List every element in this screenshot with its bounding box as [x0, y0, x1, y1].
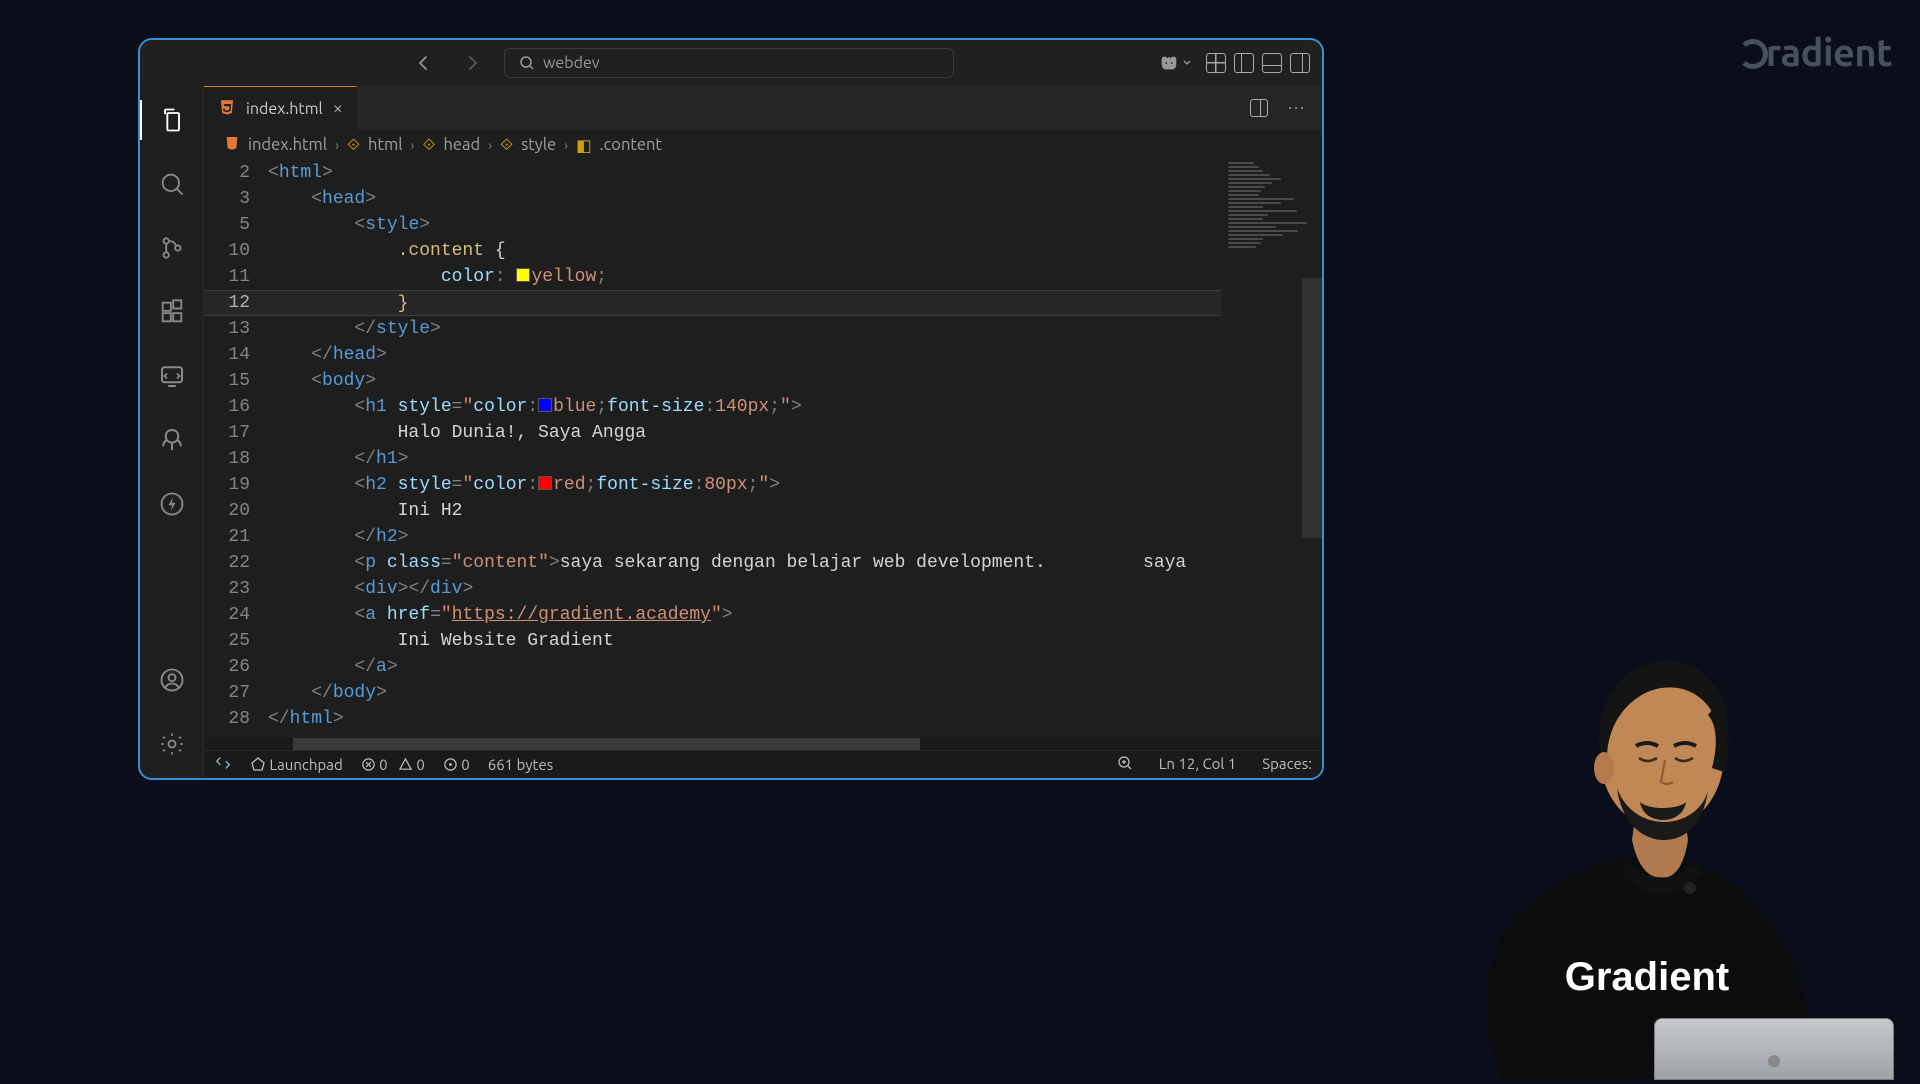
- remote-indicator-icon[interactable]: [214, 754, 232, 775]
- extensions-icon[interactable]: [156, 296, 188, 328]
- search-value: webdev: [543, 54, 600, 72]
- tree-icon[interactable]: [156, 424, 188, 456]
- hints-status[interactable]: 0: [443, 756, 470, 773]
- copilot-icon[interactable]: [1158, 52, 1192, 74]
- toggle-sidebar-icon[interactable]: [1234, 53, 1254, 73]
- zoom-status-icon[interactable]: [1117, 755, 1133, 774]
- breadcrumb-item[interactable]: .content: [600, 136, 662, 154]
- symbol-icon: ⟐: [347, 136, 360, 155]
- svg-text:Gradient: Gradient: [1565, 955, 1729, 999]
- minimap-viewport[interactable]: [1302, 278, 1322, 538]
- symbol-icon: ◧: [576, 136, 592, 155]
- layout-customize-icon[interactable]: [1206, 53, 1226, 73]
- tab-more-icon[interactable]: ···: [1288, 99, 1306, 117]
- watermark-logo: radient: [1738, 32, 1892, 74]
- search-icon[interactable]: [156, 168, 188, 200]
- laptop-prop: [1654, 1018, 1894, 1080]
- indentation-status[interactable]: Spaces:: [1262, 755, 1312, 774]
- tab-index-html[interactable]: index.html ×: [204, 86, 357, 130]
- code-editor[interactable]: 2351011121314151617181920212223242526272…: [204, 160, 1322, 738]
- file-size-status[interactable]: 661 bytes: [488, 756, 553, 773]
- html5-icon: [224, 135, 240, 155]
- symbol-icon: ⟐: [422, 136, 435, 155]
- chevron-right-icon: ›: [411, 137, 415, 153]
- minimap[interactable]: [1222, 160, 1322, 738]
- launchpad-status[interactable]: Launchpad: [250, 756, 343, 773]
- chevron-right-icon: ›: [564, 137, 568, 153]
- symbol-icon: ⟐: [500, 136, 513, 155]
- chevron-right-icon: ›: [488, 137, 492, 153]
- settings-gear-icon[interactable]: [156, 728, 188, 760]
- line-number-gutter: 2351011121314151617181920212223242526272…: [204, 160, 268, 738]
- errors-status[interactable]: 0 0: [361, 756, 425, 773]
- titlebar: webdev: [140, 40, 1322, 86]
- account-icon[interactable]: [156, 664, 188, 696]
- breadcrumb-item[interactable]: head: [443, 136, 480, 154]
- html5-icon: [218, 98, 236, 120]
- split-editor-icon[interactable]: [1250, 99, 1268, 117]
- source-control-icon[interactable]: [156, 232, 188, 264]
- horizontal-scrollbar[interactable]: [204, 738, 1322, 750]
- code-content[interactable]: <html> <head> <style> .content { color: …: [268, 160, 1322, 738]
- remote-explorer-icon[interactable]: [156, 360, 188, 392]
- tab-label: index.html: [246, 100, 323, 118]
- explorer-icon[interactable]: [156, 104, 188, 136]
- cursor-position-status[interactable]: Ln 12, Col 1: [1159, 755, 1236, 774]
- thunder-client-icon[interactable]: [156, 488, 188, 520]
- activity-bar: [140, 86, 204, 778]
- toggle-panel-icon[interactable]: [1262, 53, 1282, 73]
- presenter-figure: Gradient: [1382, 640, 1892, 1080]
- breadcrumb[interactable]: index.html › ⟐ html › ⟐ head › ⟐ style ›…: [204, 130, 1322, 160]
- nav-forward-icon[interactable]: [460, 51, 484, 75]
- status-bar: Launchpad 0 0 0 661 bytes: [204, 750, 1322, 778]
- chevron-right-icon: ›: [335, 137, 339, 153]
- breadcrumb-item[interactable]: html: [368, 136, 402, 154]
- breadcrumb-item[interactable]: index.html: [248, 136, 327, 154]
- breadcrumb-item[interactable]: style: [521, 136, 556, 154]
- tab-bar: index.html × ···: [204, 86, 1322, 130]
- nav-back-icon[interactable]: [412, 51, 436, 75]
- ide-window: webdev: [138, 38, 1324, 780]
- command-center-search[interactable]: webdev: [504, 48, 954, 78]
- toggle-secondary-sidebar-icon[interactable]: [1290, 53, 1310, 73]
- tab-close-icon[interactable]: ×: [333, 101, 343, 115]
